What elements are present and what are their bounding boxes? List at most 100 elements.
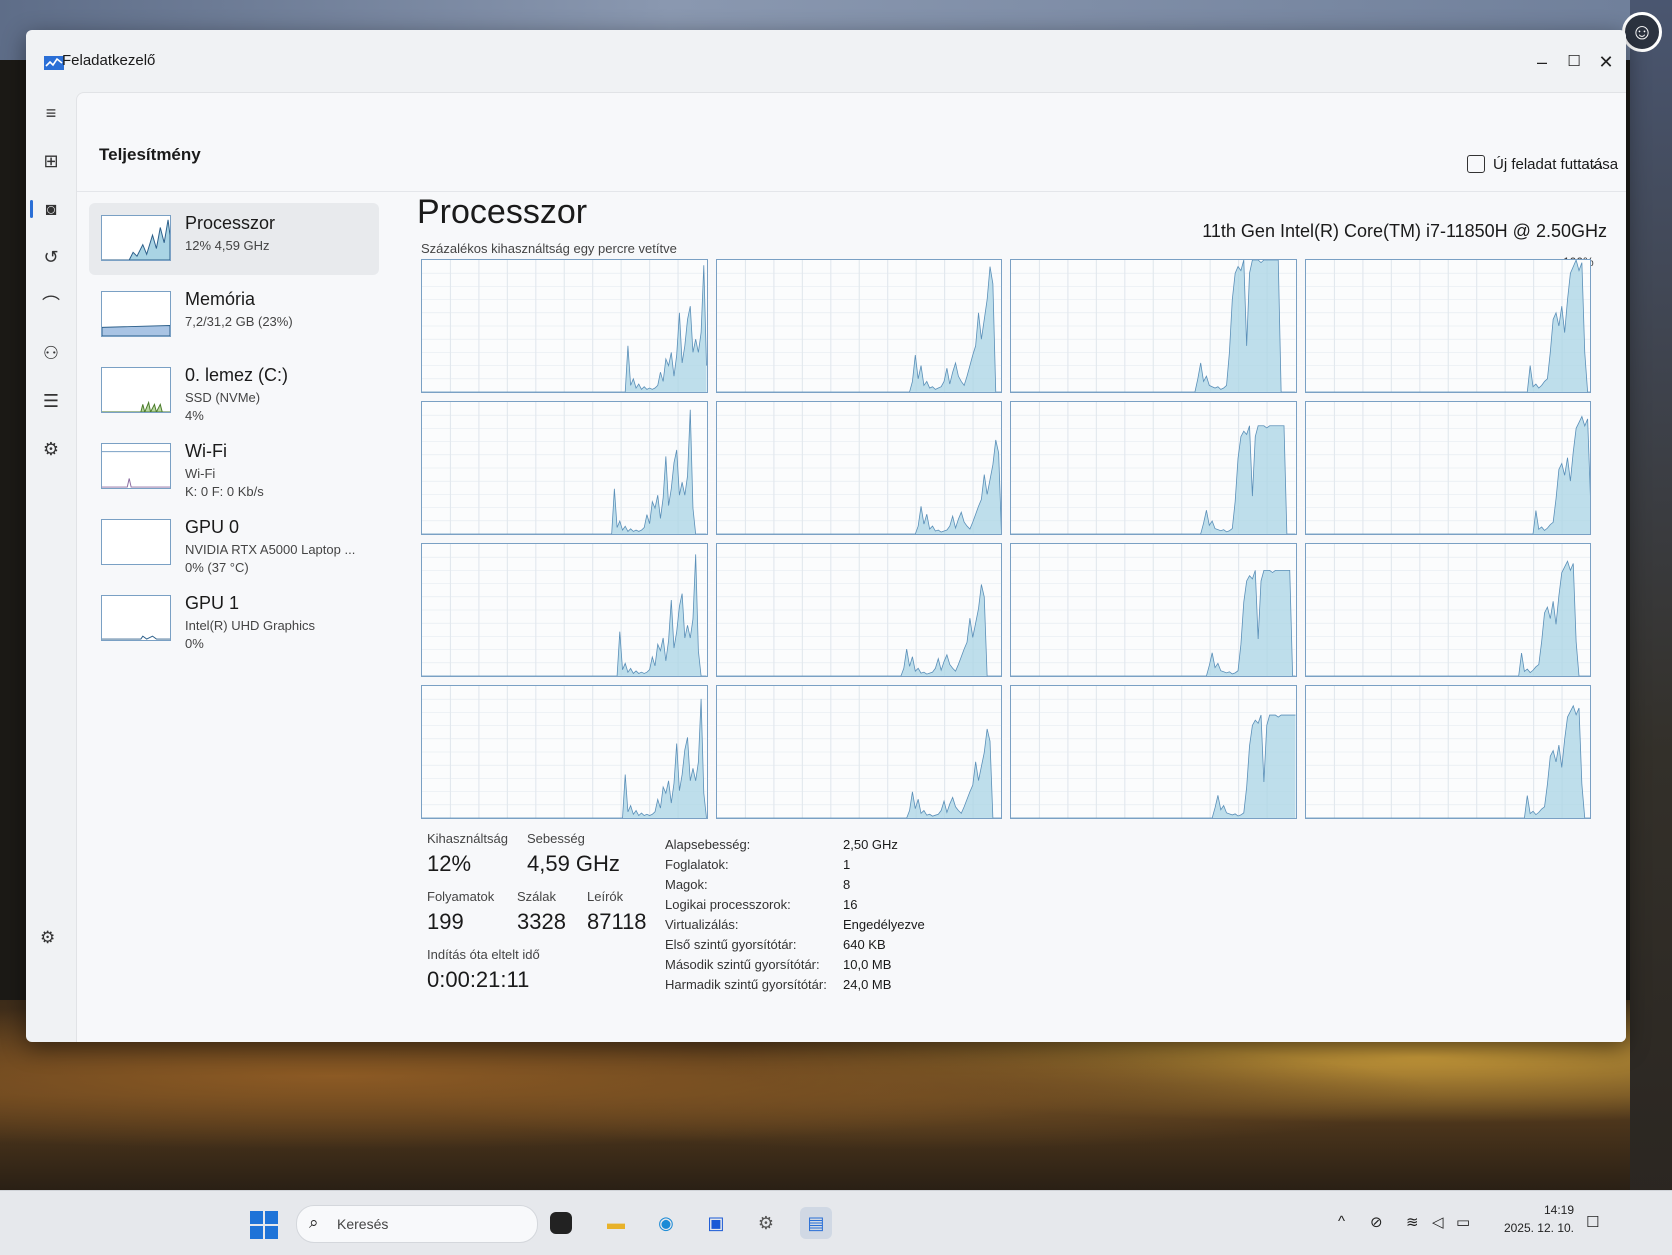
wifi-adapter: Wi-Fi: [185, 466, 216, 481]
edge-browser-icon[interactable]: ◉: [650, 1207, 682, 1239]
header-divider: [77, 191, 1626, 192]
resource-item-wifi[interactable]: Wi-Fi Wi-Fi K: 0 F: 0 Kb/s: [89, 431, 379, 503]
wifi-throughput: K: 0 F: 0 Kb/s: [185, 484, 264, 499]
processes-value: 199: [427, 909, 464, 934]
core-graph-5: [715, 401, 1002, 535]
spec-value: 640 KB: [843, 937, 886, 952]
core-graph-svg: [422, 260, 707, 392]
search-placeholder: Keresés: [337, 1216, 389, 1232]
settings-gear-icon[interactable]: ⚙: [40, 928, 55, 948]
spec-value: 1: [843, 857, 851, 872]
core-graph-12: [421, 685, 708, 819]
spec-key: Alapsebesség:: [665, 837, 751, 852]
users-nav-icon[interactable]: ⚇: [34, 336, 68, 370]
handles-value: 87118: [587, 909, 647, 934]
resource-detail: Wi-Fi K: 0 F: 0 Kb/s: [185, 465, 264, 501]
spec-value: 2,50 GHz: [843, 837, 898, 852]
logical-processor-graphs: [421, 259, 1591, 819]
resource-name: Memória: [185, 289, 256, 309]
tray-overflow-icon[interactable]: ^: [1338, 1213, 1345, 1230]
desktop-edge: [1630, 0, 1672, 1254]
core-graph-7: [1304, 401, 1591, 535]
window-title: Feladatkezelő: [62, 52, 156, 69]
taskbar: ⌕ Keresés ▬ ◉ ▣ ⚙ ▤ ^ ⊘ ≋ ◁ ▭ 14:19 2025.…: [0, 1190, 1672, 1255]
task-view-icon[interactable]: [550, 1212, 572, 1234]
processes-label: Folyamatok: [427, 889, 495, 904]
gpu1-usage: 0%: [185, 636, 204, 651]
core-graph-svg: [1011, 544, 1296, 676]
disk-thumbnail: [101, 367, 171, 413]
utilization-value: 12%: [427, 851, 472, 876]
close-button[interactable]: ✕: [1586, 46, 1626, 78]
core-graph-svg: [1305, 686, 1590, 818]
spec-value: 24,0 MB: [843, 977, 892, 992]
spec-value: 16: [843, 897, 858, 912]
core-graph-10: [1010, 543, 1297, 677]
core-graph-svg: [1305, 544, 1590, 676]
notifications-icon[interactable]: ☐: [1586, 1213, 1599, 1231]
core-graph-svg: [1011, 402, 1296, 534]
cpu-stats: Kihasználtság 12% Sebesség 4,59 GHz Foly…: [427, 831, 1527, 1031]
core-graph-11: [1304, 543, 1591, 677]
spec-key: Virtualizálás:: [665, 917, 739, 932]
speed-value: 4,59 GHz: [527, 851, 620, 876]
start-button[interactable]: [250, 1211, 278, 1239]
gpu1-thumbnail: [101, 595, 171, 641]
utilization-label: Kihasználtság: [427, 831, 508, 846]
uptime-value: 0:00:21:11: [427, 967, 530, 992]
resource-name: GPU 0: [185, 517, 240, 537]
resource-name: GPU 1: [185, 593, 240, 613]
memory-thumbnail: [101, 291, 171, 337]
core-graph-9: [715, 543, 1002, 677]
wifi-thumbnail: [101, 443, 171, 489]
disk-type: SSD (NVMe): [185, 390, 261, 405]
battery-icon[interactable]: ▭: [1456, 1213, 1470, 1231]
resource-item-disk[interactable]: 0. lemez (C:) SSD (NVMe) 4%: [89, 355, 379, 427]
services-nav-icon[interactable]: ⚙: [34, 432, 68, 466]
gpu1-model: Intel(R) UHD Graphics: [185, 618, 316, 633]
resource-detail: 12% 4,59 GHz: [185, 238, 270, 253]
resource-item-memory[interactable]: Memória 7,2/31,2 GB (23%): [89, 279, 379, 351]
task-manager-taskbar-icon[interactable]: ▤: [800, 1207, 832, 1239]
speed-label: Sebesség: [527, 831, 585, 846]
spec-key: Harmadik szintű gyorsítótár:: [665, 977, 827, 992]
resource-item-gpu0[interactable]: GPU 0 NVIDIA RTX A5000 Laptop ... 0% (37 …: [89, 507, 379, 579]
core-graph-15: [1304, 685, 1591, 819]
core-graph-svg: [716, 402, 1001, 534]
core-graph-13: [715, 685, 1002, 819]
resource-item-cpu[interactable]: Processzor 12% 4,59 GHz: [89, 203, 379, 275]
core-graph-svg: [1011, 686, 1296, 818]
uptime-label: Indítás óta eltelt idő: [427, 947, 540, 962]
volume-icon[interactable]: ◁: [1432, 1213, 1444, 1231]
performance-nav-icon[interactable]: ◙: [30, 192, 68, 226]
core-graph-svg: [1305, 402, 1590, 534]
title-bar[interactable]: Feladatkezelő – ☐ ✕: [26, 30, 1626, 90]
settings-app-icon[interactable]: ⚙: [750, 1207, 782, 1239]
handles-label: Leírók: [587, 889, 624, 904]
taskbar-search[interactable]: ⌕ Keresés: [296, 1205, 538, 1243]
page-title: Teljesítmény: [99, 145, 201, 164]
startup-apps-nav-icon[interactable]: ⌒: [34, 288, 68, 322]
resource-name: 0. lemez (C:): [185, 365, 289, 385]
nav-rail: ≡ ⊞ ◙ ↺ ⌒ ⚇ ☰ ⚙: [26, 90, 76, 1042]
processes-nav-icon[interactable]: ⊞: [34, 144, 68, 178]
core-graph-svg: [422, 544, 707, 676]
resource-detail: Intel(R) UHD Graphics 0%: [185, 617, 315, 653]
details-nav-icon[interactable]: ☰: [34, 384, 68, 418]
wifi-icon[interactable]: ≋: [1406, 1213, 1419, 1231]
account-icon[interactable]: ☺: [1622, 12, 1662, 52]
resource-item-gpu1[interactable]: GPU 1 Intel(R) UHD Graphics 0%: [89, 583, 379, 655]
more-options-button[interactable]: ...: [1585, 151, 1605, 174]
store-icon[interactable]: ▣: [700, 1207, 732, 1239]
sync-off-icon[interactable]: ⊘: [1370, 1213, 1383, 1231]
content-pane: Teljesítmény Új feladat futtatása ... Pr…: [76, 92, 1626, 1042]
core-graph-14: [1010, 685, 1297, 819]
file-explorer-icon[interactable]: ▬: [600, 1207, 632, 1239]
clock[interactable]: 14:19 2025. 12. 10.: [1496, 1201, 1574, 1237]
resource-name: Wi-Fi: [185, 441, 227, 461]
search-icon: ⌕: [309, 1213, 319, 1232]
core-graph-6: [1010, 401, 1297, 535]
core-graph-svg: [1305, 260, 1590, 392]
app-history-nav-icon[interactable]: ↺: [34, 240, 68, 274]
hamburger-menu-icon[interactable]: ≡: [34, 96, 68, 130]
